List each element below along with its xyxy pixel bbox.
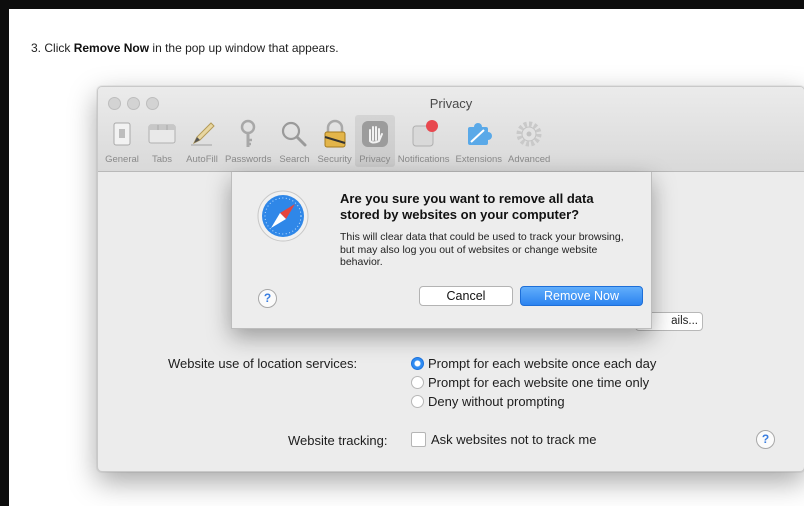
instruction-step: 3. Click Remove Now in the pop up window… xyxy=(31,41,339,55)
step-text-after: in the pop up window that appears. xyxy=(149,41,339,55)
privacy-preferences-window: Privacy General Tabs AutoFill Passwords … xyxy=(97,86,804,472)
dialog-help-button[interactable]: ? xyxy=(258,289,277,308)
tab-search[interactable]: Search xyxy=(274,115,314,167)
tab-label: Advanced xyxy=(508,154,551,165)
radio-label: Prompt for each website once each day xyxy=(428,356,657,371)
tab-tabs[interactable]: Tabs xyxy=(142,115,182,167)
tab-label: Tabs xyxy=(151,154,173,165)
preferences-toolbar: Privacy General Tabs AutoFill Passwords … xyxy=(98,87,804,172)
tab-extensions[interactable]: Extensions xyxy=(453,115,505,167)
step-emphasis: Remove Now xyxy=(73,41,150,55)
tab-label: AutoFill xyxy=(186,154,218,165)
tab-label: Privacy xyxy=(359,154,391,165)
location-option-one-time-only[interactable]: Prompt for each website one time only xyxy=(411,375,649,390)
location-option-once-each-day[interactable]: Prompt for each website once each day xyxy=(411,356,656,371)
checkbox-label: Ask websites not to track me xyxy=(431,432,597,447)
tab-advanced[interactable]: Advanced xyxy=(505,115,553,167)
do-not-track-option[interactable]: Ask websites not to track me xyxy=(411,432,596,447)
padlock-icon xyxy=(324,119,346,148)
window-title: Privacy xyxy=(429,96,473,111)
screenshot-border-top xyxy=(0,0,804,9)
tab-notifications[interactable]: Notifications xyxy=(395,115,453,167)
tab-label: General xyxy=(105,154,139,165)
tab-security[interactable]: Security xyxy=(314,115,354,167)
screenshot-border-left xyxy=(0,0,9,506)
remove-data-confirm-dialog: Are you sure you want to remove all data… xyxy=(231,172,652,329)
puzzle-icon xyxy=(467,123,492,145)
magnifier-icon xyxy=(282,121,307,147)
tab-label: Extensions xyxy=(455,154,503,165)
location-services-label: Website use of location services: xyxy=(168,356,358,371)
radio-label: Deny without prompting xyxy=(428,394,565,409)
location-option-deny[interactable]: Deny without prompting xyxy=(411,394,565,409)
radio-button[interactable] xyxy=(411,395,424,408)
switch-icon xyxy=(113,122,131,146)
cancel-button[interactable]: Cancel xyxy=(419,286,513,306)
step-number: 3. xyxy=(31,41,42,55)
website-tracking-label: Website tracking: xyxy=(288,433,388,448)
radio-button[interactable] xyxy=(411,376,424,389)
tab-label: Security xyxy=(317,154,352,165)
tab-passwords[interactable]: Passwords xyxy=(222,115,274,167)
radio-button[interactable] xyxy=(411,357,424,370)
radio-label: Prompt for each website one time only xyxy=(428,375,650,390)
pencil-icon xyxy=(191,122,215,146)
tab-label: Passwords xyxy=(225,154,272,165)
gear-icon xyxy=(516,121,542,147)
tab-label: Notifications xyxy=(397,154,450,165)
hand-icon xyxy=(361,121,388,147)
do-not-track-checkbox[interactable] xyxy=(411,432,426,447)
remove-now-button[interactable]: Remove Now xyxy=(520,286,643,306)
step-text-before: Click xyxy=(44,41,74,55)
dialog-title: Are you sure you want to remove all data… xyxy=(340,191,594,222)
tab-label: Search xyxy=(279,154,310,165)
tab-autofill[interactable]: AutoFill xyxy=(182,115,222,167)
tab-general[interactable]: General xyxy=(102,115,142,167)
key-icon xyxy=(240,119,256,147)
notification-badge-icon xyxy=(412,120,438,147)
help-button[interactable]: ? xyxy=(756,430,775,449)
safari-compass-icon xyxy=(257,190,309,242)
tabs-icon xyxy=(148,124,176,144)
preferences-tabs: General Tabs AutoFill Passwords Search S… xyxy=(102,115,553,167)
dialog-message: This will clear data that could be used … xyxy=(340,231,624,268)
tab-privacy[interactable]: Privacy xyxy=(354,115,395,167)
